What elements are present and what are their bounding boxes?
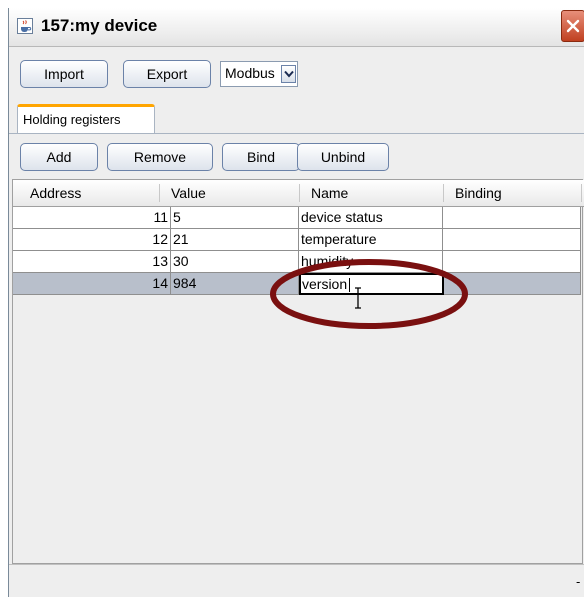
column-divider[interactable] [159, 184, 160, 202]
column-divider[interactable] [443, 184, 444, 202]
value-cell[interactable]: 5 [171, 207, 299, 228]
protocol-select-toggle[interactable] [281, 65, 296, 83]
close-button[interactable] [561, 10, 584, 42]
address-cell[interactable]: 11 [13, 207, 171, 228]
bind-button[interactable]: Bind [222, 143, 300, 171]
java-cup-icon [17, 18, 33, 34]
registers-table[interactable]: Address Value Name Binding 11 5 device s… [12, 179, 584, 564]
add-button[interactable]: Add [20, 143, 98, 171]
column-header-binding[interactable]: Binding [455, 185, 502, 201]
address-cell[interactable]: 13 [13, 251, 171, 272]
unbind-button[interactable]: Unbind [297, 143, 389, 171]
title-bar[interactable]: 157:my device [9, 8, 584, 47]
table-header: Address Value Name Binding [13, 180, 584, 207]
column-divider[interactable] [299, 184, 300, 202]
close-icon [566, 19, 580, 33]
value-cell[interactable]: 21 [171, 229, 299, 250]
export-button[interactable]: Export [123, 60, 211, 88]
binding-cell[interactable] [443, 207, 581, 228]
import-button[interactable]: Import [20, 60, 108, 88]
table-row-selected[interactable]: 14 984 version [13, 273, 581, 295]
name-cell[interactable]: device status [299, 207, 443, 228]
chevron-down-icon [284, 70, 294, 78]
window-title: 157:my device [41, 16, 158, 35]
status-text: - [576, 575, 581, 589]
protocol-select-value: Modbus [225, 65, 275, 81]
device-window: 157:my device Import Export Modbus Holdi… [8, 8, 584, 597]
table-row[interactable]: 11 5 device status [13, 207, 581, 229]
name-cell-editor-text: version [302, 276, 348, 292]
address-cell[interactable]: 12 [13, 229, 171, 250]
text-cursor-icon [355, 287, 361, 309]
address-cell[interactable]: 14 [13, 273, 171, 294]
tab-holding-registers[interactable]: Holding registers [17, 104, 155, 134]
binding-cell[interactable] [443, 273, 581, 294]
column-header-value[interactable]: Value [171, 185, 206, 201]
protocol-select[interactable]: Modbus [220, 61, 298, 87]
column-divider[interactable] [581, 184, 582, 202]
column-header-address[interactable]: Address [30, 185, 81, 201]
binding-cell[interactable] [443, 229, 581, 250]
value-cell[interactable]: 30 [171, 251, 299, 272]
name-cell-editor[interactable]: version [299, 273, 444, 295]
binding-cell[interactable] [443, 251, 581, 272]
name-cell[interactable]: humidity [299, 251, 443, 272]
table-row[interactable]: 13 30 humidity [13, 251, 581, 273]
remove-button[interactable]: Remove [107, 143, 213, 171]
text-caret [349, 278, 351, 293]
column-header-name[interactable]: Name [311, 185, 348, 201]
name-cell[interactable]: temperature [299, 229, 443, 250]
table-row[interactable]: 12 21 temperature [13, 229, 581, 251]
status-bar: - [9, 564, 584, 598]
value-cell[interactable]: 984 [171, 273, 299, 294]
